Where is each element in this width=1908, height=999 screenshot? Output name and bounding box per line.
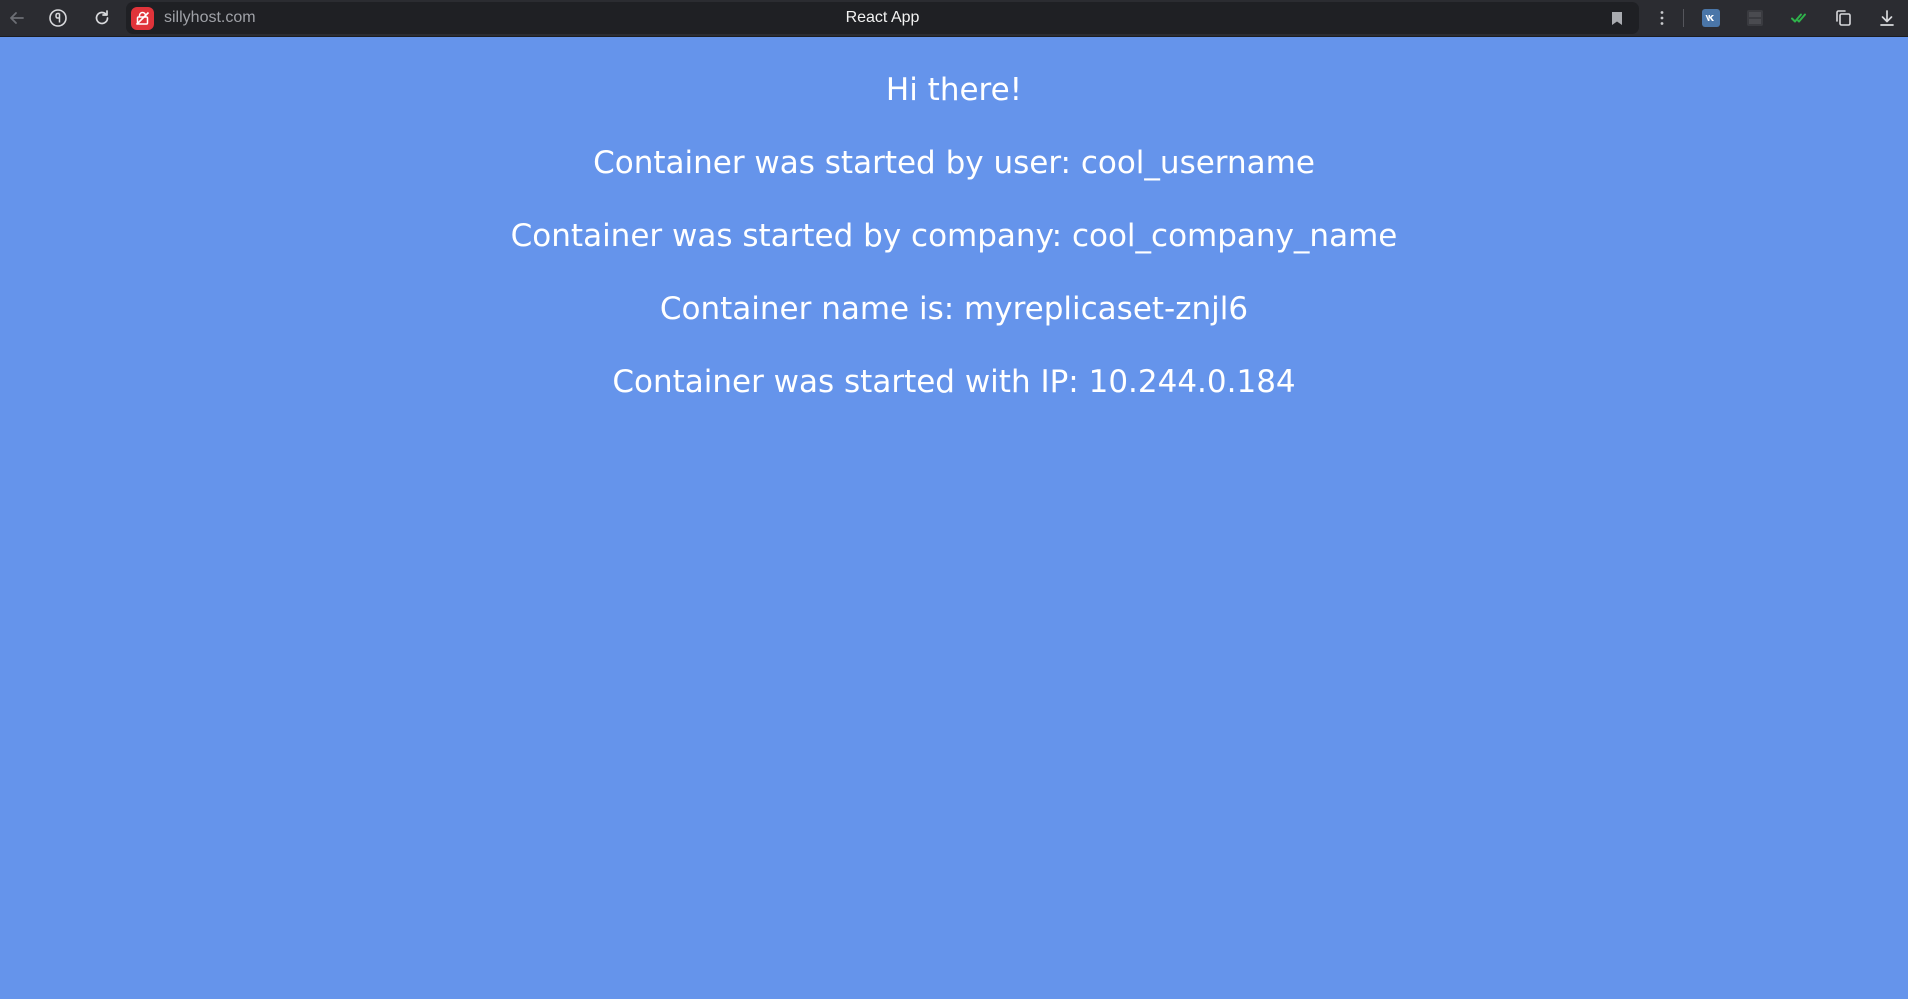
tab-title: React App <box>845 9 920 26</box>
download-icon[interactable] <box>1876 7 1898 29</box>
container-ip-text: Container was started with IP: 10.244.0.… <box>612 364 1296 400</box>
site-badge-icon[interactable] <box>131 7 154 30</box>
toolbar-divider <box>1683 9 1684 27</box>
checkmark-extension-icon[interactable] <box>1788 7 1810 29</box>
url-text[interactable]: sillyhost.com <box>164 2 256 34</box>
extension-box-icon[interactable] <box>1744 7 1766 29</box>
company-info-text: Container was started by company: cool_c… <box>510 218 1398 254</box>
bookmark-icon[interactable] <box>1609 10 1625 26</box>
copy-extension-icon[interactable] <box>1832 7 1854 29</box>
reload-icon[interactable] <box>91 7 113 29</box>
greeting-heading: Hi there! <box>885 72 1023 108</box>
browser-toolbar: sillyhost.com React App <box>0 0 1908 37</box>
address-bar[interactable]: sillyhost.com React App <box>126 2 1639 34</box>
vk-extension-icon[interactable] <box>1700 7 1722 29</box>
container-name-text: Container name is: myreplicaset-znjl6 <box>659 291 1249 327</box>
yandex-logo-icon[interactable] <box>47 7 69 29</box>
kebab-menu-icon[interactable] <box>1652 8 1672 28</box>
user-info-text: Container was started by user: cool_user… <box>593 145 1315 181</box>
arrow-left-icon[interactable] <box>6 7 28 29</box>
